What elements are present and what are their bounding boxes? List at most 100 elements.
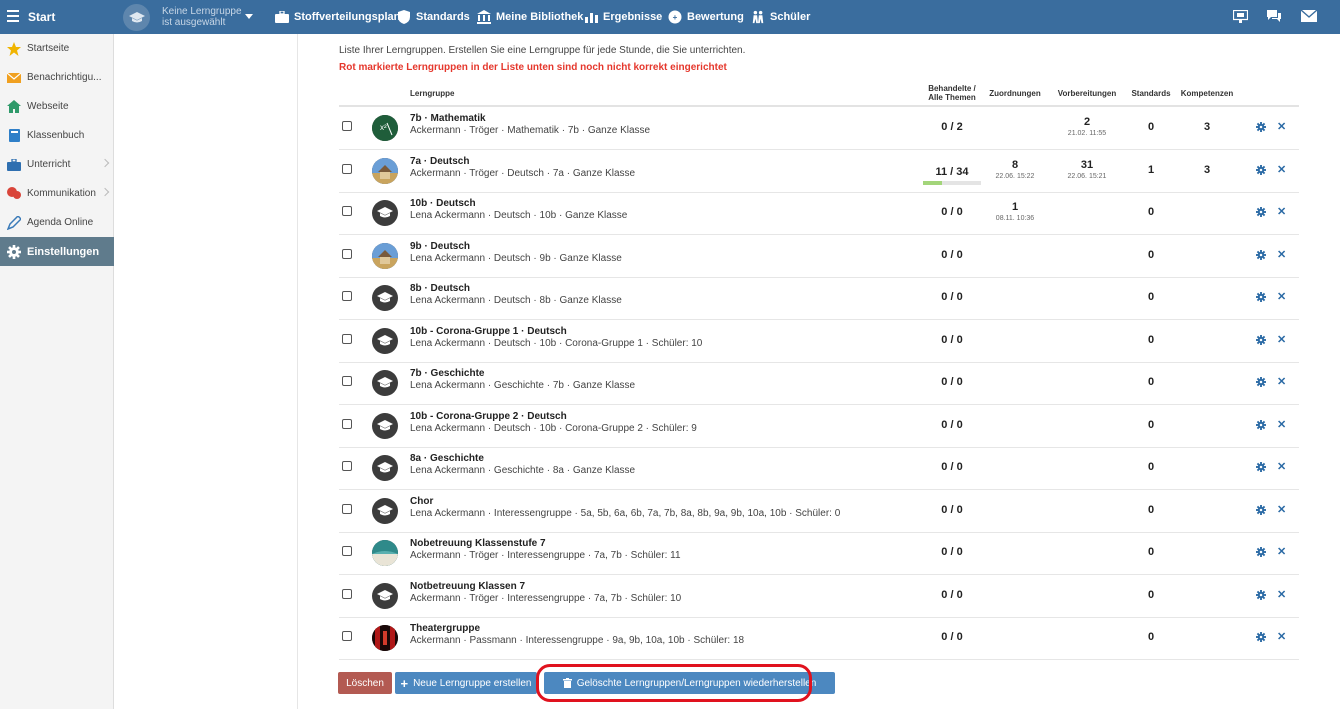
group-name[interactable]: 7a · Deutsch bbox=[410, 156, 469, 167]
close-icon[interactable]: ✕ bbox=[1277, 205, 1286, 218]
group-name[interactable]: Chor bbox=[410, 496, 433, 507]
close-icon[interactable]: ✕ bbox=[1277, 248, 1286, 261]
group-name[interactable]: Notbetreuung Klassen 7 bbox=[410, 581, 525, 592]
gear-icon[interactable] bbox=[1256, 589, 1266, 600]
nav-schueler[interactable]: Schüler bbox=[751, 0, 810, 34]
sidebar-item-einstellungen[interactable]: Einstellungen bbox=[0, 237, 114, 266]
gear-icon[interactable] bbox=[1256, 504, 1266, 515]
col-vorbereitungen: Vorbereitungen bbox=[1057, 89, 1117, 98]
row-checkbox[interactable] bbox=[342, 503, 352, 514]
gear-icon[interactable] bbox=[1256, 547, 1266, 557]
close-icon[interactable]: ✕ bbox=[1277, 120, 1286, 133]
sidebar-item-startseite[interactable]: Startseite bbox=[0, 34, 114, 63]
row-checkbox[interactable] bbox=[342, 333, 352, 344]
nav-stoffverteilungsplan[interactable]: Stoffverteilungsplan bbox=[275, 0, 400, 34]
group-name[interactable]: 7b · Geschichte bbox=[410, 368, 484, 379]
table-row[interactable]: Nobetreuung Klassenstufe 7 Ackermann · Tr… bbox=[339, 532, 1299, 575]
gear-icon[interactable] bbox=[1256, 419, 1266, 430]
gear-icon[interactable] bbox=[1256, 122, 1266, 132]
sidebar-item-agenda-online[interactable]: Agenda Online bbox=[0, 208, 114, 237]
table-row[interactable]: 9b · Deutsch Lena Ackermann · Deutsch · 9… bbox=[339, 235, 1299, 278]
grading-icon: + bbox=[668, 10, 682, 24]
row-checkbox[interactable] bbox=[342, 588, 352, 599]
close-icon[interactable]: ✕ bbox=[1277, 545, 1286, 558]
table-row[interactable]: Chor Lena Ackermann · Interessengruppe · … bbox=[339, 490, 1299, 533]
table-row[interactable]: 7a · Deutsch Ackermann · Tröger · Deutsch… bbox=[339, 150, 1299, 193]
close-icon[interactable]: ✕ bbox=[1277, 290, 1286, 303]
row-checkbox[interactable] bbox=[342, 291, 352, 301]
gear-icon[interactable] bbox=[1256, 292, 1266, 302]
presentation-icon[interactable] bbox=[1232, 9, 1248, 23]
group-details: Ackermann · Tröger · Mathematik · 7b · G… bbox=[410, 125, 651, 136]
group-name[interactable]: 7b · Mathematik bbox=[410, 113, 486, 124]
sidebar-item-webseite[interactable]: Webseite bbox=[0, 92, 114, 121]
chat-icon[interactable] bbox=[1266, 9, 1282, 23]
gear-icon[interactable] bbox=[1256, 164, 1266, 175]
group-details: Lena Ackermann · Deutsch · 10b · Corona-… bbox=[410, 337, 703, 349]
standards-count: 0 bbox=[1147, 503, 1155, 516]
standards-count: 0 bbox=[1147, 121, 1155, 133]
delete-button[interactable]: Löschen bbox=[338, 672, 392, 694]
group-name[interactable]: 10b - Corona-Gruppe 2 · Deutsch bbox=[410, 411, 567, 422]
chevron-down-icon[interactable] bbox=[245, 14, 253, 19]
close-icon[interactable]: ✕ bbox=[1277, 630, 1286, 643]
row-checkbox[interactable] bbox=[342, 376, 352, 386]
nav-bewertung[interactable]: + Bewertung bbox=[668, 0, 744, 34]
table-row[interactable]: 10b · Deutsch Lena Ackermann · Deutsch · … bbox=[339, 192, 1299, 235]
bar-chart-icon bbox=[584, 10, 598, 24]
row-checkbox[interactable] bbox=[342, 418, 352, 429]
close-icon[interactable]: ✕ bbox=[1277, 503, 1286, 516]
group-selector[interactable]: Keine Lerngruppe ist ausgewählt bbox=[162, 6, 242, 28]
close-icon[interactable]: ✕ bbox=[1277, 333, 1286, 346]
table-row[interactable]: Theatergruppe Ackermann · Passmann · Inte… bbox=[339, 617, 1299, 660]
gear-icon[interactable] bbox=[1256, 462, 1266, 472]
gear-icon[interactable] bbox=[1256, 377, 1266, 387]
sidebar-item-klassenbuch[interactable]: Klassenbuch bbox=[0, 121, 114, 150]
gear-icon[interactable] bbox=[1256, 249, 1266, 260]
group-name[interactable]: Theatergruppe bbox=[410, 623, 480, 634]
table-row[interactable]: x² 7b · Mathematik Ackermann · Tröger · Ma… bbox=[339, 107, 1299, 150]
table-row[interactable]: 7b · Geschichte Lena Ackermann · Geschich… bbox=[339, 362, 1299, 405]
nav-ergebnisse[interactable]: Ergebnisse bbox=[584, 0, 662, 34]
group-name[interactable]: Nobetreuung Klassenstufe 7 bbox=[410, 538, 546, 549]
nav-label: Meine Bibliothek bbox=[496, 11, 584, 23]
close-icon[interactable]: ✕ bbox=[1277, 460, 1286, 473]
close-icon[interactable]: ✕ bbox=[1277, 588, 1286, 601]
nav-meine-bibliothek[interactable]: Meine Bibliothek bbox=[477, 0, 583, 34]
group-name[interactable]: 8b · Deutsch bbox=[410, 283, 470, 294]
nav-standards[interactable]: Standards bbox=[397, 0, 470, 34]
group-name[interactable]: 10b · Deutsch bbox=[410, 198, 476, 209]
sidebar-item-unterricht[interactable]: Unterricht bbox=[0, 150, 114, 179]
table-row[interactable]: 10b - Corona-Gruppe 2 · Deutsch Lena Acke… bbox=[339, 405, 1299, 448]
table-row[interactable]: 8a · Geschichte Lena Ackermann · Geschich… bbox=[339, 447, 1299, 490]
close-icon[interactable]: ✕ bbox=[1277, 375, 1286, 388]
graduation-cap-icon[interactable] bbox=[123, 4, 150, 31]
menu-icon[interactable] bbox=[7, 10, 19, 22]
new-group-button[interactable]: + Neue Lerngruppe erstellen bbox=[395, 672, 537, 694]
close-icon[interactable]: ✕ bbox=[1277, 163, 1286, 176]
sidebar-item-kommunikation[interactable]: Kommunikation bbox=[0, 179, 114, 208]
row-checkbox[interactable] bbox=[342, 631, 352, 641]
group-name[interactable]: 9b · Deutsch bbox=[410, 241, 470, 252]
row-checkbox[interactable] bbox=[342, 163, 352, 174]
sidebar-item-benachrichtigungen[interactable]: Benachrichtigu... bbox=[0, 63, 114, 92]
row-checkbox[interactable] bbox=[342, 248, 352, 259]
group-name[interactable]: 10b - Corona-Gruppe 1 · Deutsch bbox=[410, 326, 567, 337]
gear-icon[interactable] bbox=[1256, 334, 1266, 345]
sidebar-item-label: Einstellungen bbox=[27, 245, 100, 258]
group-name[interactable]: 8a · Geschichte bbox=[410, 453, 484, 464]
row-checkbox[interactable] bbox=[342, 461, 352, 471]
row-checkbox[interactable] bbox=[342, 546, 352, 556]
brand-start[interactable]: Start bbox=[28, 10, 55, 24]
vorbereitungen-date: 22.06. 15:21 bbox=[1067, 172, 1107, 180]
row-checkbox[interactable] bbox=[342, 121, 352, 131]
envelope-icon[interactable] bbox=[1301, 9, 1317, 23]
close-icon[interactable]: ✕ bbox=[1277, 418, 1286, 431]
table-row[interactable]: 8b · Deutsch Lena Ackermann · Deutsch · 8… bbox=[339, 277, 1299, 320]
gear-icon[interactable] bbox=[1256, 632, 1266, 642]
table-row[interactable]: 10b - Corona-Gruppe 1 · Deutsch Lena Acke… bbox=[339, 320, 1299, 363]
standards-count: 0 bbox=[1147, 376, 1155, 388]
gear-icon[interactable] bbox=[1256, 207, 1266, 217]
table-row[interactable]: Notbetreuung Klassen 7 Ackermann · Tröger… bbox=[339, 575, 1299, 618]
row-checkbox[interactable] bbox=[342, 206, 352, 216]
